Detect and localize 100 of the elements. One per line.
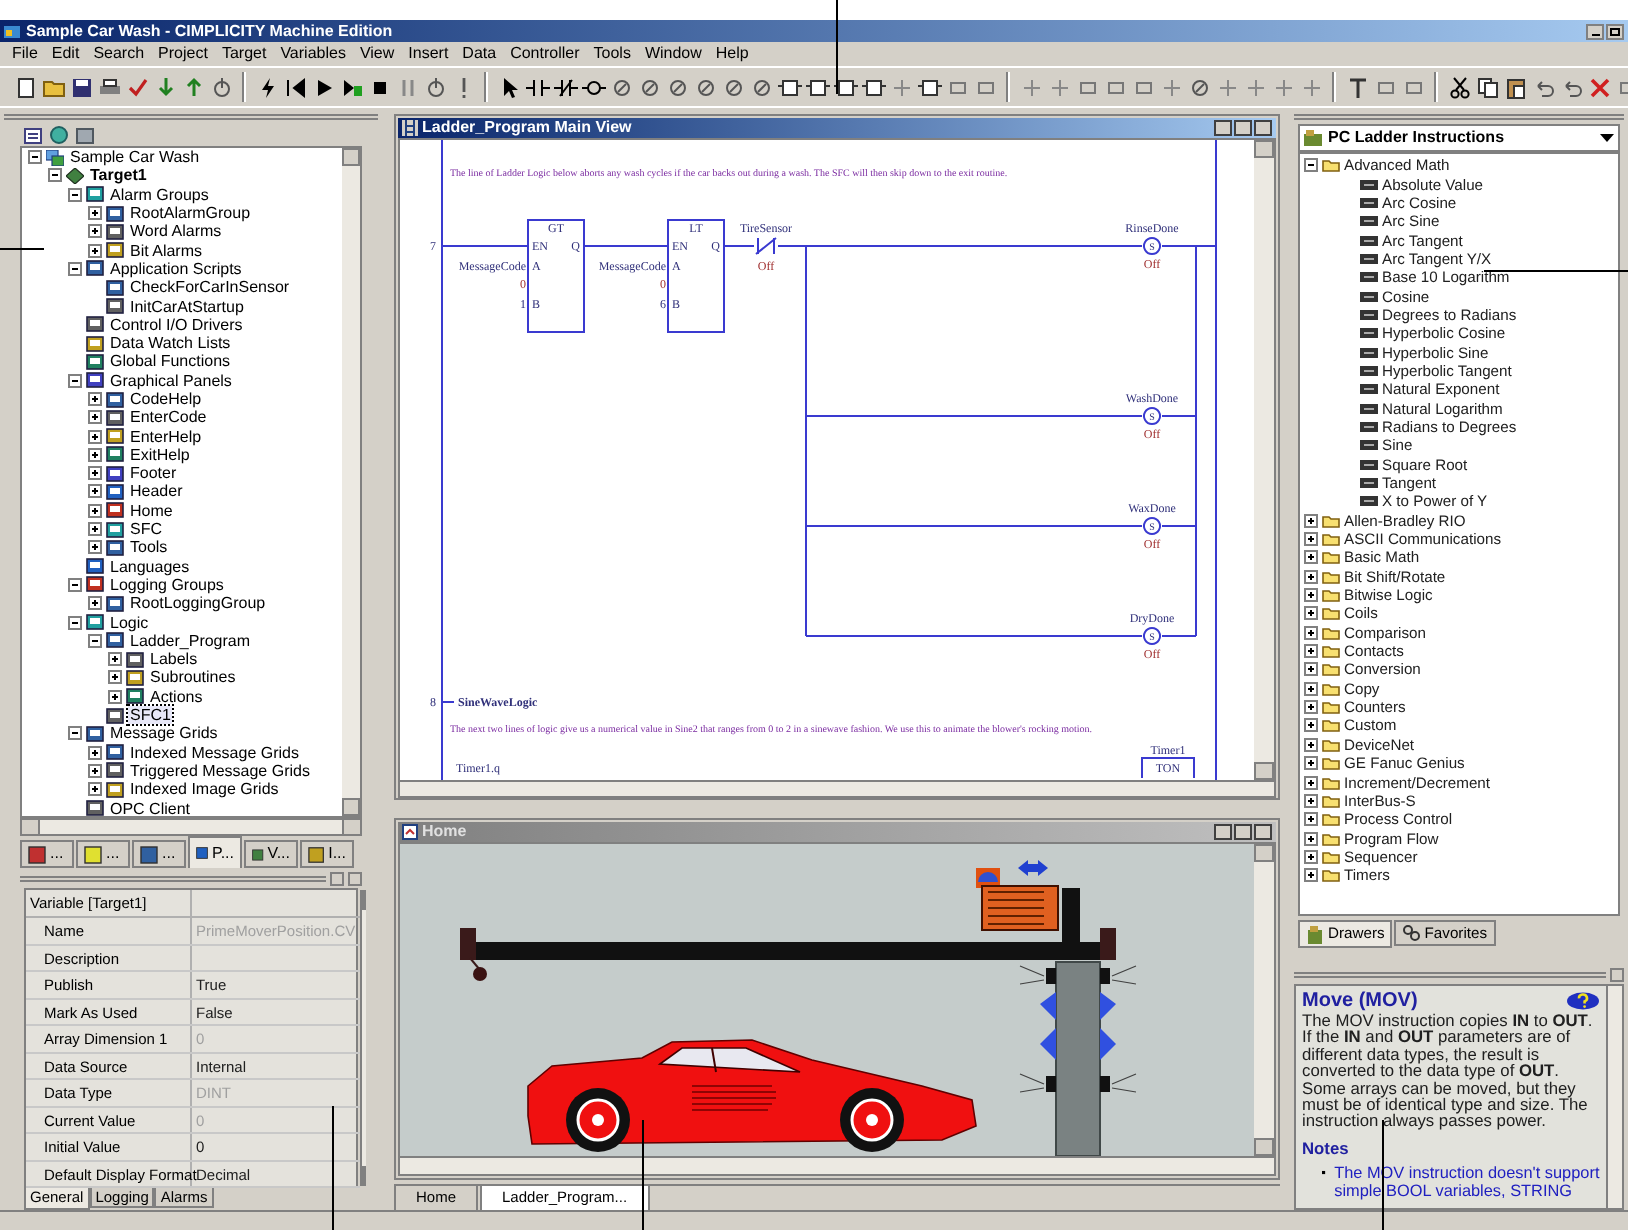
tree-item[interactable]: EnterHelp — [128, 427, 204, 446]
expand-toggle[interactable] — [108, 652, 122, 667]
tree-item[interactable]: Application Scripts — [108, 259, 244, 278]
expand-toggle[interactable] — [88, 763, 102, 778]
cut-icon[interactable] — [1447, 75, 1471, 99]
help-icon[interactable] — [1566, 992, 1600, 1010]
menu-item[interactable]: Insert — [408, 44, 449, 64]
tree-item[interactable]: Logic — [108, 613, 151, 632]
paste-icon[interactable] — [1503, 75, 1527, 99]
vertical-scrollbar[interactable] — [1606, 986, 1622, 1208]
expand-toggle[interactable] — [108, 689, 122, 704]
expand-toggle[interactable] — [88, 484, 102, 499]
tree-item[interactable]: Global Functions — [108, 352, 233, 371]
upload-icon[interactable] — [181, 75, 205, 99]
expand-toggle[interactable] — [1304, 532, 1318, 547]
tree-item[interactable]: ExitHelp — [128, 445, 192, 464]
tree-item[interactable]: SFC — [128, 520, 164, 539]
tree-item[interactable]: Ladder_Program — [128, 631, 253, 650]
expand-toggle[interactable] — [68, 373, 82, 388]
expand-toggle[interactable] — [48, 168, 62, 183]
text-icon[interactable] — [1345, 75, 1369, 99]
power-icon[interactable] — [423, 75, 447, 99]
tree-item[interactable]: Data Watch Lists — [108, 334, 233, 353]
expand-toggle[interactable] — [68, 261, 82, 276]
tree-item[interactable]: RootLoggingGroup — [128, 594, 268, 613]
power-icon[interactable] — [209, 75, 233, 99]
tree-item[interactable]: CheckForCarInSensor — [128, 278, 292, 297]
tree-item[interactable]: EnterCode — [128, 408, 209, 427]
menu-item[interactable]: Window — [644, 44, 702, 64]
tree-item[interactable]: Triggered Message Grids — [128, 761, 312, 780]
undo-icon[interactable] — [1531, 75, 1555, 99]
expand-toggle[interactable] — [88, 745, 102, 760]
check-icon[interactable] — [125, 75, 149, 99]
tree-item[interactable]: Subroutines — [148, 668, 238, 687]
expand-toggle[interactable] — [1304, 550, 1318, 565]
tree-item[interactable]: Indexed Image Grids — [128, 780, 281, 799]
menu-item[interactable]: Help — [715, 44, 749, 64]
expand-toggle[interactable] — [1304, 868, 1318, 883]
rewind-icon[interactable] — [283, 75, 307, 99]
tree-item[interactable]: Header — [128, 482, 185, 501]
close-button[interactable] — [348, 871, 362, 885]
menu-item[interactable]: Project — [158, 44, 208, 64]
expand-toggle[interactable] — [88, 596, 102, 611]
tree-item[interactable]: Actions — [148, 687, 205, 706]
expand-toggle[interactable] — [108, 670, 122, 685]
expand-toggle[interactable] — [68, 726, 82, 741]
list-icon[interactable] — [24, 127, 42, 143]
tab[interactable]: ... — [132, 840, 186, 868]
coil-icon[interactable] — [581, 75, 605, 99]
expand-toggle[interactable] — [88, 447, 102, 462]
block-icon[interactable] — [833, 75, 857, 99]
tree-item[interactable]: Labels — [148, 650, 200, 669]
tree-item[interactable]: Alarm Groups — [108, 185, 211, 204]
horizontal-scrollbar[interactable] — [400, 780, 1274, 796]
expand-toggle[interactable] — [88, 429, 102, 444]
expand-toggle[interactable] — [1304, 793, 1318, 808]
menu-item[interactable]: Search — [93, 44, 145, 64]
tree-item[interactable]: CodeHelp — [128, 390, 204, 408]
menu-item[interactable]: Tools — [593, 44, 631, 64]
expand-toggle[interactable] — [1304, 831, 1318, 846]
expand-toggle[interactable] — [88, 410, 102, 425]
restore-button[interactable] — [1606, 23, 1624, 39]
tree-item[interactable]: RootAlarmGroup — [128, 204, 253, 223]
expand-toggle[interactable] — [88, 503, 102, 518]
expand-toggle[interactable] — [1304, 849, 1318, 864]
expand-toggle[interactable] — [1304, 569, 1318, 584]
contact-icon[interactable] — [525, 75, 549, 99]
save-icon[interactable] — [69, 75, 93, 99]
menu-item[interactable]: File — [12, 44, 38, 64]
expand-toggle[interactable] — [68, 577, 82, 592]
expand-toggle[interactable] — [88, 466, 102, 481]
undo-icon[interactable] — [1559, 75, 1583, 99]
tab[interactable]: ... — [76, 840, 130, 868]
expand-toggle[interactable] — [1304, 625, 1318, 640]
menu-item[interactable]: Target — [221, 44, 267, 64]
tree-item[interactable]: Word Alarms — [128, 222, 224, 241]
drawer-dropdown[interactable]: PC Ladder Instructions — [1298, 124, 1620, 152]
expand-toggle[interactable] — [1304, 662, 1318, 677]
tree-item[interactable]: SFC1 — [128, 706, 173, 725]
tree-item[interactable]: Sample Car Wash — [68, 148, 202, 167]
expand-toggle[interactable] — [88, 206, 102, 221]
tree-item[interactable]: Languages — [108, 557, 192, 576]
tree-item[interactable]: Tools — [128, 538, 170, 557]
step-icon[interactable] — [339, 75, 363, 99]
new-document-icon[interactable] — [13, 75, 37, 99]
tree-item[interactable]: Graphical Panels — [108, 371, 234, 390]
expand-toggle[interactable] — [88, 782, 102, 797]
download-icon[interactable] — [153, 75, 177, 99]
minimize-button[interactable] — [1586, 23, 1604, 39]
horizontal-scrollbar[interactable] — [20, 818, 362, 836]
vertical-scrollbar[interactable] — [342, 148, 360, 816]
tree-item[interactable]: Bit Alarms — [128, 241, 205, 260]
vertical-scrollbar[interactable] — [359, 890, 366, 1186]
expand-toggle[interactable] — [28, 150, 42, 165]
window-controls[interactable] — [1214, 120, 1272, 136]
menu-item[interactable]: View — [359, 44, 395, 64]
copy-icon[interactable] — [1475, 75, 1499, 99]
horizontal-scrollbar[interactable] — [400, 1156, 1274, 1174]
expand-toggle[interactable] — [1304, 158, 1318, 173]
tab[interactable]: P... — [188, 836, 242, 868]
